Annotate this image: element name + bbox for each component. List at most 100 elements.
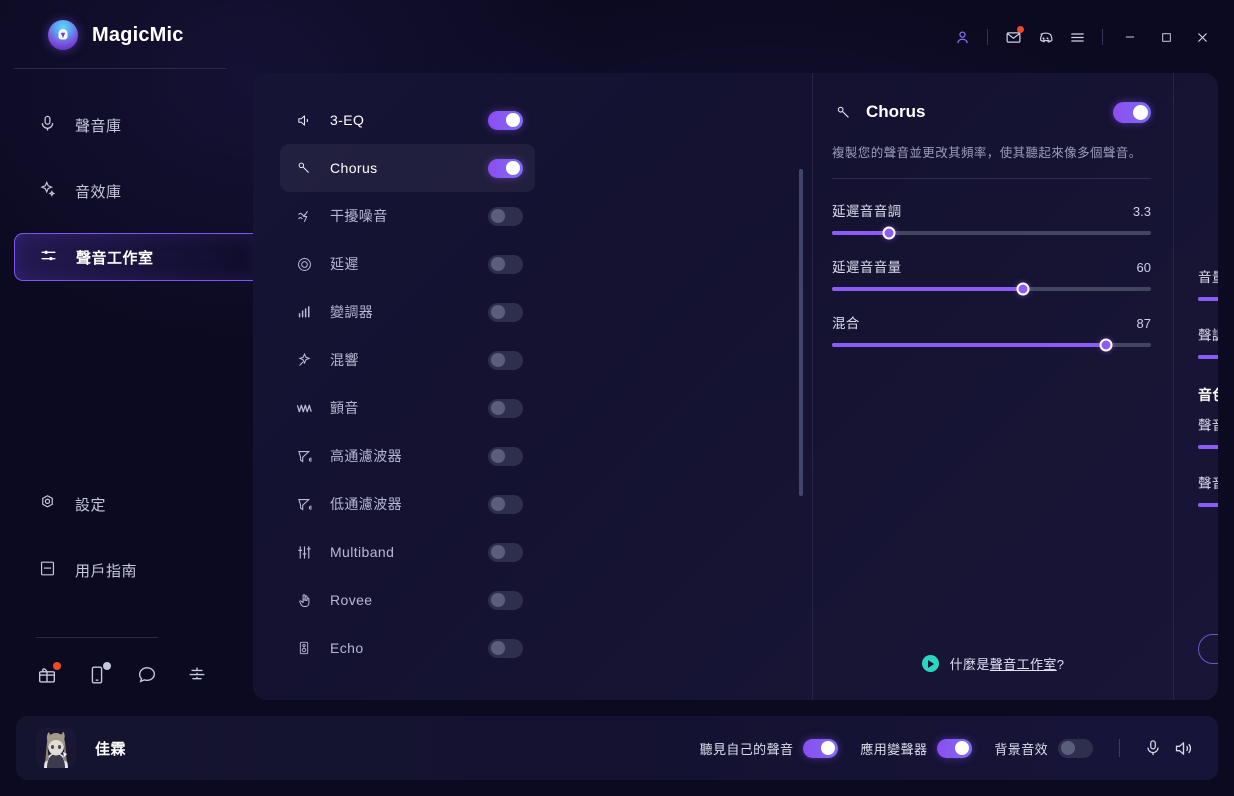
sidebar-nav-bottom: 設定 用戶指南 bbox=[0, 480, 253, 612]
microphone-icon[interactable] bbox=[1138, 733, 1168, 763]
apply-voice-changer-switch[interactable]: 應用變聲器 bbox=[860, 738, 973, 758]
effect-row[interactable]: 顫音 bbox=[280, 384, 535, 432]
menu-icon[interactable] bbox=[1061, 21, 1093, 53]
effect-slider[interactable]: 延遲音音量 60 bbox=[832, 256, 1151, 296]
minimize-button[interactable] bbox=[1112, 21, 1148, 53]
slider-track[interactable] bbox=[832, 226, 1151, 240]
bottom-controls: 聽見自己的聲音 應用變聲器 背景音效 bbox=[700, 733, 1198, 763]
main-panel: 3-EQ Chorus 干擾噪音 延遲 變調器混響顫音高通濾波器 低通濾波器 Multiba… bbox=[253, 73, 1218, 700]
divider bbox=[1119, 739, 1120, 757]
effect-row[interactable]: 高通濾波器 bbox=[280, 432, 535, 480]
voice-slider-width[interactable]: 聲音寬度 1 bbox=[1198, 414, 1218, 449]
account-icon[interactable] bbox=[946, 21, 978, 53]
effect-label: Echo bbox=[330, 640, 364, 656]
speaker-icon[interactable] bbox=[1168, 733, 1198, 763]
effect-toggle[interactable] bbox=[488, 398, 523, 418]
slider-label: 聲音寬度 bbox=[1198, 418, 1218, 433]
effect-toggle[interactable] bbox=[488, 110, 523, 130]
effect-label: Chorus bbox=[330, 160, 378, 176]
effect-row[interactable]: 混響 bbox=[280, 336, 535, 384]
effect-toggle[interactable] bbox=[488, 350, 523, 370]
toggle[interactable] bbox=[803, 738, 839, 758]
slider-track[interactable] bbox=[1198, 355, 1218, 359]
notification-badge bbox=[1017, 26, 1024, 33]
reset-button[interactable]: 重設 bbox=[1198, 634, 1218, 664]
toggle[interactable] bbox=[937, 738, 973, 758]
effect-label: 顫音 bbox=[330, 400, 359, 416]
slider-track[interactable] bbox=[1198, 297, 1218, 301]
effect-row[interactable]: Multiband bbox=[280, 528, 535, 576]
slider-value: 60 bbox=[1136, 260, 1151, 275]
sidebar-nav: 聲音庫 音效庫 聲音工作室 bbox=[0, 101, 259, 299]
effect-label: 混響 bbox=[330, 352, 359, 368]
effect-toggle[interactable] bbox=[488, 542, 523, 562]
voice-slider-volume[interactable]: 音量 60 bbox=[1198, 266, 1218, 301]
voice-slider-pitch[interactable]: 聲調 0 bbox=[1198, 324, 1218, 359]
switch-label: 背景音效 bbox=[994, 741, 1048, 757]
effect-label: Multiband bbox=[330, 544, 395, 560]
effect-toggle[interactable] bbox=[488, 494, 523, 514]
bars-icon bbox=[293, 304, 315, 321]
slider-track[interactable] bbox=[832, 282, 1151, 296]
highpass-icon bbox=[293, 448, 315, 465]
slider-label: 延遲音音調 bbox=[832, 204, 902, 219]
effect-title: Chorus bbox=[866, 102, 926, 121]
sidebar-item-voice-library[interactable]: 聲音庫 bbox=[0, 101, 253, 149]
maximize-button[interactable] bbox=[1148, 21, 1184, 53]
faders-icon bbox=[293, 544, 315, 561]
background-sound-switch[interactable]: 背景音效 bbox=[994, 738, 1093, 758]
title-bar: MagicMic bbox=[0, 0, 1234, 73]
timbre-section-title: 音色 bbox=[1198, 387, 1218, 403]
effect-slider[interactable]: 延遲音音調 3.3 bbox=[832, 200, 1151, 240]
effect-enable-toggle[interactable] bbox=[1113, 101, 1151, 123]
slider-thumb[interactable] bbox=[1016, 282, 1030, 296]
slider-thumb[interactable] bbox=[1099, 338, 1113, 352]
effect-detail-panel: Chorus 複製您的聲音並更改其頻率，使其聽起來像多個聲音。 延遲音音調 3.… bbox=[813, 73, 1173, 700]
avatar bbox=[36, 728, 76, 768]
slider-thumb[interactable] bbox=[882, 226, 896, 240]
mail-icon[interactable] bbox=[997, 21, 1029, 53]
effect-toggle[interactable] bbox=[488, 254, 523, 274]
effects-scrollbar[interactable] bbox=[799, 169, 803, 496]
gift-icon[interactable] bbox=[36, 662, 61, 686]
effect-toggle[interactable] bbox=[488, 590, 523, 610]
close-button[interactable] bbox=[1184, 21, 1220, 53]
slider-track[interactable] bbox=[832, 338, 1151, 352]
toggle[interactable] bbox=[1058, 738, 1093, 758]
effect-toggle[interactable] bbox=[488, 206, 523, 226]
sidebar-item-label: 設定 bbox=[75, 496, 107, 514]
effect-row[interactable]: 變調器 bbox=[280, 288, 535, 336]
effect-row[interactable]: 3-EQ bbox=[280, 96, 535, 144]
effects-list[interactable]: 3-EQ Chorus 干擾噪音 延遲 變調器混響顫音高通濾波器 低通濾波器 Multiba… bbox=[253, 73, 559, 700]
effect-toggle[interactable] bbox=[488, 638, 523, 658]
effect-row[interactable]: 延遲 bbox=[280, 240, 535, 288]
mobile-icon[interactable] bbox=[86, 662, 111, 686]
sidebar-item-sound-effects[interactable]: 音效庫 bbox=[0, 167, 253, 215]
chat-icon[interactable] bbox=[136, 664, 158, 686]
slider-track[interactable] bbox=[1198, 445, 1218, 449]
effect-row[interactable]: Chorus bbox=[280, 144, 535, 192]
help-link-text: 什麼是聲音工作室? bbox=[949, 657, 1065, 672]
sidebar-tray bbox=[36, 662, 208, 686]
effect-slider[interactable]: 混合 87 bbox=[832, 312, 1151, 352]
discord-icon[interactable] bbox=[1029, 21, 1061, 53]
wave-icon bbox=[293, 399, 315, 418]
effect-row[interactable]: Rovee bbox=[280, 576, 535, 624]
effect-toggle[interactable] bbox=[488, 158, 523, 178]
what-is-voice-studio-link[interactable]: 什麼是聲音工作室? bbox=[813, 654, 1173, 673]
effect-toggle[interactable] bbox=[488, 446, 523, 466]
voice-slider-length[interactable]: 聲音長度 1 bbox=[1198, 472, 1218, 507]
user-profile[interactable]: 佳霖 bbox=[36, 728, 126, 768]
sidebar-item-settings[interactable]: 設定 bbox=[0, 480, 253, 528]
effect-row[interactable]: 干擾噪音 bbox=[280, 192, 535, 240]
feedback-icon[interactable] bbox=[186, 664, 208, 686]
hear-myself-switch[interactable]: 聽見自己的聲音 bbox=[700, 738, 839, 758]
slider-track[interactable] bbox=[1198, 503, 1218, 507]
book-icon bbox=[38, 559, 57, 582]
sidebar-item-user-guide[interactable]: 用戶指南 bbox=[0, 546, 253, 594]
sidebar-item-voice-studio[interactable]: 聲音工作室 bbox=[14, 233, 259, 281]
effect-row[interactable]: 低通濾波器 bbox=[280, 480, 535, 528]
lowpass-icon bbox=[293, 496, 315, 513]
effect-toggle[interactable] bbox=[488, 302, 523, 322]
effect-row[interactable]: Echo bbox=[280, 624, 535, 672]
